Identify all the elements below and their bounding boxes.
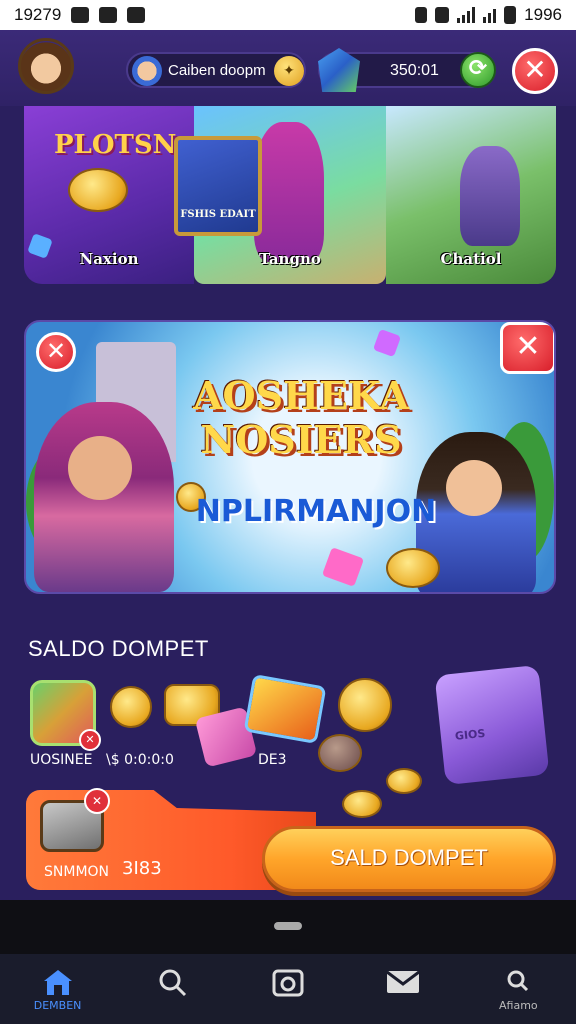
nav-label: Afiamo — [499, 999, 538, 1012]
nav-item-profile[interactable]: Afiamo — [478, 959, 558, 1019]
bluetooth-icon — [415, 7, 428, 23]
coin-icon — [342, 790, 382, 818]
game-controller-icon — [99, 7, 118, 23]
player-avatar[interactable] — [18, 38, 74, 94]
home-icon — [43, 970, 72, 995]
add-currency-button[interactable]: ⟳ — [460, 52, 496, 88]
card-title: PLOTSN — [54, 130, 177, 160]
bottom-nav: DEMBEN Afiamo — [0, 954, 576, 1024]
search-icon — [159, 969, 186, 997]
scroll-item[interactable]: GIOS — [434, 664, 550, 786]
coin-icon — [386, 768, 422, 794]
hero-figure — [254, 122, 324, 262]
banner-close-left-button[interactable]: ✕ — [36, 332, 76, 372]
drag-handle[interactable] — [274, 922, 302, 930]
hero-left-figure — [34, 402, 174, 592]
status-time: 19279 — [14, 5, 62, 24]
gem-icon — [321, 547, 365, 587]
item-badge: ✕ — [79, 729, 101, 751]
trophy-icon — [68, 168, 128, 212]
hero-face — [68, 436, 132, 500]
wallet-cta-button[interactable]: SALD DOMPET — [262, 826, 556, 892]
gift-box-item[interactable]: ✕ — [30, 680, 101, 751]
card-label: Chatiol — [440, 250, 502, 268]
featured-card-3[interactable]: Chatiol — [386, 106, 556, 284]
nav-label: DEMBEN — [33, 999, 82, 1012]
balance-pill: 350:01 ⟳ — [318, 48, 496, 92]
banner-title: AOSHEKA NOSIERS — [176, 374, 426, 462]
gem-icon — [372, 328, 402, 358]
camera-icon — [272, 969, 304, 997]
status-clock: 1996 — [524, 5, 562, 24]
banner-title-line: AOSHEKA — [193, 373, 409, 418]
item-label: DE3 — [258, 752, 287, 768]
balance-value: 350:01 — [390, 62, 439, 79]
profile-icon — [507, 970, 529, 992]
reward-value: 3I83 — [122, 858, 162, 879]
nav-item-search[interactable] — [133, 959, 213, 1019]
coin-icon[interactable] — [110, 686, 152, 728]
close-button[interactable]: ✕ — [512, 48, 558, 94]
mail-icon — [386, 970, 421, 993]
banner-title-line: NOSIERS — [200, 417, 402, 462]
treasure-card-item[interactable] — [243, 674, 327, 744]
coin-icon — [386, 548, 440, 588]
bronze-coin-icon[interactable] — [318, 734, 362, 772]
nav-item-home[interactable]: DEMBEN — [18, 959, 98, 1019]
hero-figure — [460, 146, 520, 246]
coin-icon[interactable] — [338, 678, 392, 732]
coin-icon: ✦ — [274, 56, 304, 86]
nav-item-mail[interactable] — [363, 959, 443, 1019]
signal-icon — [457, 7, 476, 23]
item-label: \$ 0:0:0:0 — [106, 752, 174, 768]
reward-label: SNMMON — [44, 864, 110, 880]
banner-close-right-button[interactable]: ✕ — [500, 322, 554, 374]
card-sign: FSHIS EDAIT — [174, 136, 262, 236]
reward-badge: ✕ — [84, 788, 110, 814]
featured-card-1[interactable]: PLOTSN Naxion — [24, 106, 194, 284]
username-pill[interactable]: Caiben doopm ✦ — [126, 52, 306, 88]
featured-carousel: PLOTSN Naxion Tangno Chatiol FSHIS EDAIT — [24, 106, 556, 284]
wifi-icon — [483, 7, 497, 23]
app-icon — [127, 7, 146, 23]
battery-icon — [504, 6, 517, 24]
nav-item-camera[interactable] — [248, 959, 328, 1019]
wallet-title: SALDO DOMPET — [28, 636, 209, 661]
scroll-text: GIOS — [454, 726, 486, 743]
username-label: Caiben doopm — [168, 62, 266, 79]
user-icon — [132, 56, 162, 86]
notification-icon — [71, 7, 90, 23]
top-bar: Caiben doopm ✦ 350:01 ⟳ ✕ — [0, 30, 576, 106]
promo-banner[interactable]: AOSHEKA NOSIERS NPLIRMANJON ✕ ✕ — [24, 320, 556, 594]
card-label: Tangno — [259, 250, 321, 268]
card-label: Naxion — [79, 250, 139, 268]
vibrate-icon — [435, 7, 450, 23]
status-bar: 19279 1996 — [0, 0, 576, 30]
banner-subtitle: NPLIRMANJON — [195, 494, 437, 529]
gem-icon — [318, 48, 360, 92]
card-sign-text: FSHIS EDAIT — [180, 209, 256, 220]
item-label: UOSINEE — [30, 752, 93, 768]
